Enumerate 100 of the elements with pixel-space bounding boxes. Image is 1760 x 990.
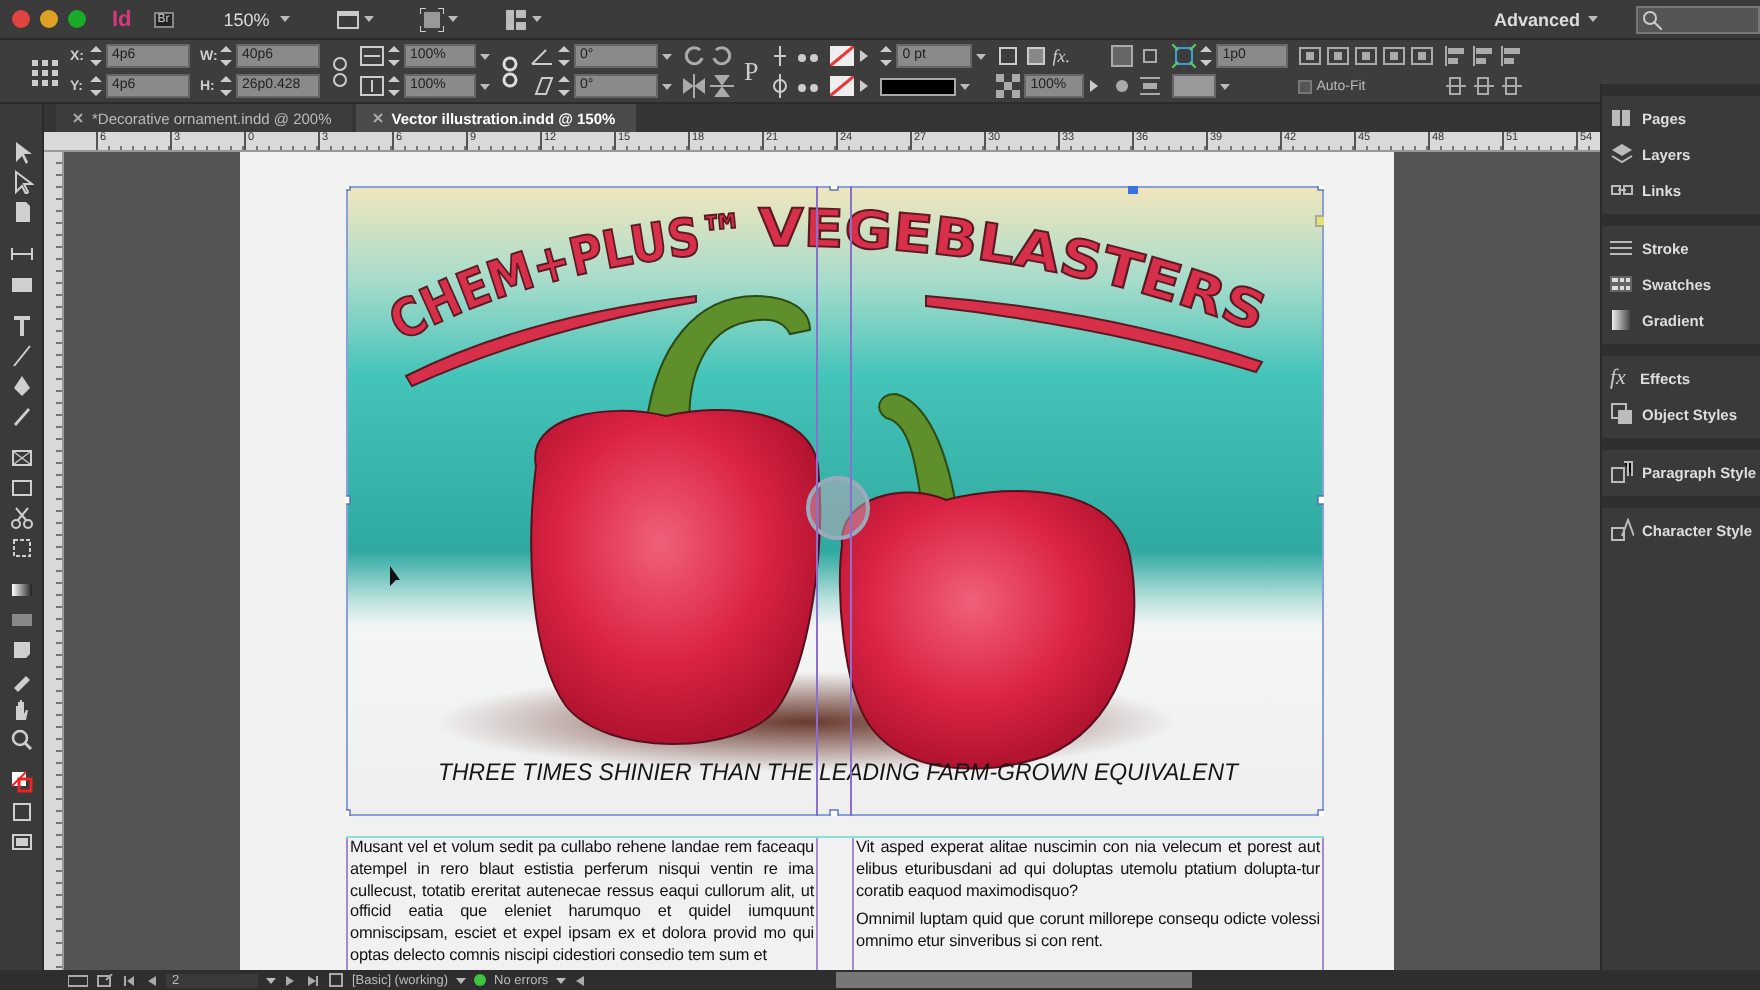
content-collector-icon[interactable] <box>9 272 33 296</box>
distribute-icon[interactable] <box>1472 74 1497 98</box>
stroke-swatch-icon[interactable] <box>830 76 855 96</box>
caret-icon[interactable] <box>447 14 458 24</box>
screen-mode-icon[interactable] <box>419 7 444 31</box>
gap-tool-icon[interactable] <box>9 242 33 266</box>
stepper-icon[interactable] <box>220 46 232 66</box>
direct-selection-tool-icon[interactable] <box>9 170 33 194</box>
view-options-icon[interactable] <box>335 7 360 31</box>
caret-icon[interactable] <box>456 975 467 985</box>
open-page-icon[interactable] <box>96 973 114 987</box>
constrain-link-icon[interactable] <box>500 55 520 87</box>
distribute-icon[interactable] <box>1500 74 1525 98</box>
stepper-icon[interactable] <box>220 76 232 96</box>
close-tab-icon[interactable] <box>72 112 84 124</box>
selection-handle[interactable] <box>1128 186 1138 194</box>
fitting-option-icon[interactable] <box>1382 44 1407 68</box>
rotate-clockwise-icon[interactable] <box>682 44 706 68</box>
align-icon[interactable] <box>1444 44 1469 68</box>
reference-point-icon[interactable] <box>28 55 60 87</box>
content-grabber-icon[interactable] <box>806 476 870 540</box>
dropdown-caret-icon[interactable] <box>662 51 672 61</box>
pen-tool-icon[interactable] <box>9 374 33 398</box>
direction-indicator: P <box>744 55 759 87</box>
dropdown-caret-icon[interactable] <box>976 51 987 61</box>
auto-fit-checkbox[interactable] <box>1298 79 1313 93</box>
fill-stroke-icon[interactable] <box>9 770 33 794</box>
workspace-menu[interactable]: Advanced <box>1493 9 1598 29</box>
search-field[interactable] <box>1636 5 1760 33</box>
stepper-icon[interactable] <box>388 76 400 96</box>
close-tab-icon[interactable] <box>371 112 384 124</box>
caret-icon[interactable] <box>363 14 374 24</box>
rectangle-frame-tool-icon[interactable] <box>9 446 33 470</box>
dropdown-caret-icon[interactable] <box>1220 81 1231 91</box>
selection-handle[interactable] <box>1315 215 1324 227</box>
rotate-counterclockwise-icon[interactable] <box>710 44 734 68</box>
align-icon[interactable] <box>1472 44 1497 68</box>
preview-toggle-icon[interactable] <box>68 973 88 987</box>
first-page-icon[interactable] <box>122 973 136 987</box>
stroke-type-menu[interactable] <box>880 77 957 95</box>
dropdown-caret-icon[interactable] <box>960 81 971 91</box>
dropdown-field[interactable] <box>1172 74 1217 98</box>
frame-icon[interactable] <box>996 44 1021 68</box>
scale-y-icon[interactable] <box>360 76 384 96</box>
document-icon[interactable] <box>328 972 344 988</box>
selection-frame[interactable] <box>346 186 1324 816</box>
dropdown-caret-icon[interactable] <box>662 81 672 91</box>
minimize-button[interactable] <box>40 10 58 28</box>
scale-x-icon[interactable] <box>360 46 384 66</box>
dropdown-caret-icon[interactable] <box>480 51 490 61</box>
select-content-icon[interactable] <box>768 74 793 98</box>
flip-vertical-icon[interactable] <box>710 74 734 98</box>
stepper-icon[interactable] <box>90 76 102 96</box>
align-icon[interactable] <box>1500 44 1525 68</box>
swatches-icon <box>1610 272 1634 296</box>
distribute-icon[interactable] <box>1444 74 1469 98</box>
type-tool-icon[interactable] <box>9 314 33 338</box>
zoom-level-menu[interactable]: 150% <box>223 9 270 29</box>
caret-icon[interactable] <box>556 975 567 985</box>
frame-icon[interactable] <box>1024 44 1049 68</box>
rectangle-tool-icon[interactable] <box>9 476 33 500</box>
fill-swatch-icon[interactable] <box>830 46 855 66</box>
close-button[interactable] <box>12 10 30 28</box>
free-transform-tool-icon[interactable] <box>9 536 33 560</box>
dropdown-caret-icon[interactable] <box>480 81 490 91</box>
fitting-icon[interactable] <box>1138 74 1163 98</box>
rotate-angle-icon[interactable] <box>530 46 554 66</box>
gradient-icon <box>1610 308 1634 332</box>
zoom-tool-icon[interactable] <box>9 728 33 752</box>
stepper-icon[interactable] <box>90 46 102 66</box>
caret-icon[interactable] <box>1588 14 1598 24</box>
frame-fitting-icon[interactable] <box>1172 44 1197 68</box>
caret-icon[interactable] <box>266 975 276 985</box>
stepper-icon[interactable] <box>558 46 570 66</box>
line-tool-icon[interactable] <box>9 344 33 368</box>
flip-horizontal-icon[interactable] <box>682 74 706 98</box>
preview-mode-icon[interactable] <box>9 830 33 854</box>
fitting-option-icon[interactable] <box>1326 44 1351 68</box>
opacity-icon[interactable] <box>996 74 1021 98</box>
gradient-swatch-icon[interactable] <box>9 578 33 602</box>
constrain-link-icon[interactable] <box>330 55 350 87</box>
caret-icon[interactable] <box>279 14 290 24</box>
last-page-icon[interactable] <box>306 973 320 987</box>
text-wrap-icon[interactable] <box>1138 44 1163 68</box>
text-wrap-icon[interactable] <box>1110 44 1135 68</box>
scissors-icon[interactable] <box>9 506 33 530</box>
fitting-option-icon[interactable] <box>1298 44 1323 68</box>
pencil-tool-icon[interactable] <box>9 404 33 428</box>
note-tool-icon[interactable] <box>9 638 33 662</box>
fitting-option-icon[interactable] <box>1410 44 1435 68</box>
arrange-documents-icon[interactable] <box>503 7 528 31</box>
stepper-icon[interactable] <box>388 46 400 66</box>
stepper-icon[interactable] <box>558 76 570 96</box>
formatting-icon[interactable] <box>9 800 33 824</box>
effects-button[interactable]: fx. <box>1052 46 1070 66</box>
horizontal-scrollbar-thumb[interactable] <box>836 972 1193 988</box>
fitting-option-icon[interactable] <box>1354 44 1379 68</box>
shear-angle-icon[interactable] <box>530 76 554 96</box>
caret-icon[interactable] <box>531 14 542 24</box>
zoom-button[interactable] <box>68 10 86 28</box>
